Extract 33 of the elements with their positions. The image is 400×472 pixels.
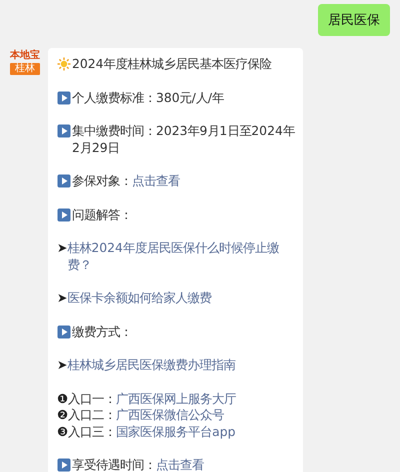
link[interactable]: 桂林2024年度居民医保什么时候停止缴费？ [67, 240, 295, 273]
entry-label: 入口二： [68, 407, 116, 422]
entry-label: 入口一： [68, 390, 116, 406]
info-label: 集中缴费时间：2023年9月1日至2024年2月29日 [72, 123, 295, 154]
number-marker: ❸ [57, 424, 68, 440]
link[interactable]: 广西医保微信公众号 [116, 407, 224, 422]
play-icon [57, 174, 71, 188]
play-icon [57, 324, 71, 338]
play-icon [57, 90, 71, 104]
info-label: 问题解答： [72, 206, 132, 222]
info-label: 享受待遇时间： [72, 457, 156, 472]
link[interactable]: 点击查看 [132, 173, 180, 188]
link[interactable]: 桂林城乡居民医保缴费办理指南 [67, 357, 295, 374]
link[interactable]: 广西医保网上服务大厅 [116, 390, 236, 406]
arrow-marker: ➤ [57, 357, 68, 374]
info-label: 缴费方式： [72, 324, 132, 338]
play-icon [57, 124, 71, 138]
city-badge: 桂林 [10, 63, 40, 75]
info-label: 参保对象： [72, 173, 132, 188]
arrow-marker: ➤ [57, 290, 68, 306]
entry-label: 入口三： [68, 424, 116, 438]
play-icon [57, 208, 71, 222]
link[interactable]: 医保卡余额如何给家人缴费 [67, 290, 295, 306]
info-label: 个人缴费标准：380元/人/年 [72, 90, 224, 104]
link[interactable]: 国家医保服务平台app [116, 424, 236, 438]
message-title: 2024年度桂林城乡居民基本医疗保险 [72, 56, 272, 71]
number-marker: ❷ [57, 407, 68, 424]
link[interactable]: 点击查看 [156, 457, 204, 472]
logo-text: 本地宝 [10, 50, 40, 61]
sun-icon [57, 57, 71, 71]
arrow-marker: ➤ [57, 240, 68, 256]
number-marker: ❶ [57, 390, 68, 407]
sent-message-bubble: 居民医保 [318, 4, 390, 36]
